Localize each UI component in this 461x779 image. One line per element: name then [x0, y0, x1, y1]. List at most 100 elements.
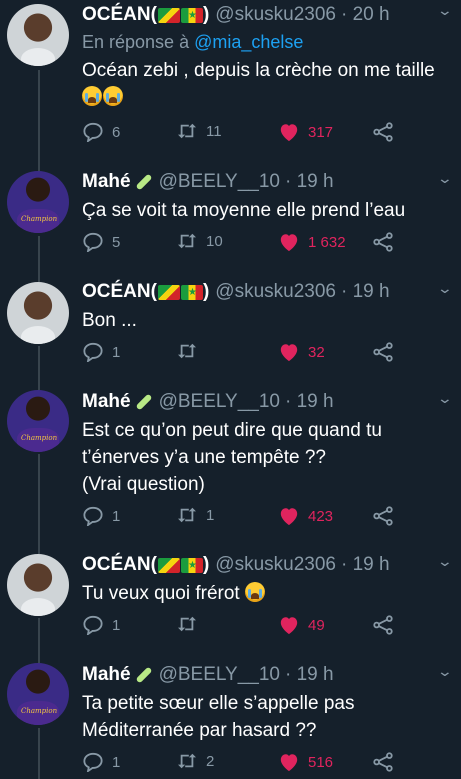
heart-icon — [280, 754, 298, 772]
tweet[interactable]: OCÉAN( ) @skusku2306 · 19 h Tu veux quoi… — [0, 548, 461, 658]
like-button[interactable]: 1 632 — [278, 232, 346, 252]
reply-button[interactable]: 1 — [82, 342, 120, 362]
retweet-button[interactable] — [176, 615, 206, 633]
reply-icon — [83, 232, 103, 252]
tweet-text-line: Ta petite sœur elle s’appelle pas — [82, 693, 355, 714]
avatar[interactable]: Champion — [7, 171, 69, 233]
author-handle[interactable]: @BEELY__10 — [159, 171, 280, 193]
tweet-text: Bon ... — [82, 310, 137, 331]
retweet-count: 2 — [206, 752, 215, 770]
retweet-button[interactable]: 11 — [176, 122, 222, 140]
author-handle[interactable]: @skusku2306 — [215, 554, 336, 576]
tweet-time[interactable]: · 20 h — [341, 4, 390, 26]
share-button[interactable] — [372, 122, 394, 142]
like-button[interactable]: 49 — [278, 615, 325, 635]
author-name[interactable]: OCÉAN( — [82, 554, 157, 576]
tweet-text: Est ce qu’on peut dire que quand tu t’én… — [82, 417, 453, 498]
heart-icon — [280, 617, 298, 635]
share-button[interactable] — [372, 342, 394, 362]
tweet-text-line: Est ce qu’on peut dire que quand tu — [82, 420, 383, 441]
reply-count: 6 — [112, 123, 121, 141]
chevron-down-icon[interactable]: ⌄ — [437, 390, 453, 407]
reply-icon — [83, 506, 103, 526]
tweet-actions: 5 10 1 632 — [82, 232, 461, 256]
avatar[interactable]: Champion — [7, 663, 69, 725]
reply-button[interactable]: 6 — [82, 122, 120, 142]
avatar[interactable] — [7, 554, 69, 616]
retweet-button[interactable]: 1 — [176, 506, 214, 524]
like-button[interactable]: 423 — [278, 506, 333, 526]
syringe-icon — [135, 666, 153, 684]
tweet-actions: 6 11 317 — [82, 122, 461, 146]
avatar-jersey-text: Champion — [21, 434, 58, 442]
chevron-down-icon[interactable]: ⌄ — [437, 663, 453, 680]
avatar[interactable] — [7, 4, 69, 66]
avatar[interactable]: Champion — [7, 390, 69, 452]
tweet-text-line: Tu veux quoi frérot — [82, 583, 240, 604]
heart-icon — [280, 508, 298, 526]
like-count: 49 — [308, 616, 325, 634]
retweet-count: 1 — [206, 506, 215, 524]
like-button[interactable]: 317 — [278, 122, 333, 142]
tweet[interactable]: Champion Mahé @BEELY__10 · 19 h Est ce q… — [0, 385, 461, 548]
tweet-time[interactable]: · 19 h — [285, 391, 334, 413]
share-button[interactable] — [372, 752, 394, 772]
chevron-down-icon[interactable]: ⌄ — [437, 170, 453, 187]
chevron-down-icon[interactable]: ⌄ — [437, 553, 453, 570]
tweet-text-line: Méditerranée par hasard ?? — [82, 720, 317, 741]
heart-icon — [280, 234, 298, 252]
avatar[interactable] — [7, 282, 69, 344]
reply-button[interactable]: 1 — [82, 506, 120, 526]
reply-count: 1 — [112, 753, 121, 771]
author-handle[interactable]: @skusku2306 — [215, 4, 336, 26]
share-icon — [373, 752, 393, 772]
reply-count: 5 — [112, 233, 121, 251]
like-button[interactable]: 32 — [278, 342, 325, 362]
tweet-text: Ça se voit ta moyenne elle prend l’eau — [82, 200, 406, 221]
syringe-icon — [135, 393, 153, 411]
tweet-time[interactable]: · 19 h — [341, 554, 390, 576]
tweet-time[interactable]: · 19 h — [341, 281, 390, 303]
share-icon — [373, 122, 393, 142]
retweet-icon — [178, 233, 196, 249]
crying-face-icon — [245, 582, 265, 602]
reply-button[interactable]: 1 — [82, 752, 120, 772]
retweet-icon — [178, 507, 196, 523]
tweet-time[interactable]: · 19 h — [285, 171, 334, 193]
reply-button[interactable]: 1 — [82, 615, 120, 635]
tweet-time[interactable]: · 19 h — [285, 664, 334, 686]
crying-face-icon — [82, 86, 102, 106]
retweet-button[interactable]: 10 — [176, 232, 223, 250]
like-button[interactable]: 516 — [278, 752, 333, 772]
author-name[interactable]: OCÉAN( — [82, 4, 157, 26]
share-button[interactable] — [372, 506, 394, 526]
tweet[interactable]: OCÉAN( ) @skusku2306 · 19 h Bon ... ⌄ 1 … — [0, 275, 461, 385]
tweet-actions: 1 49 — [82, 615, 461, 639]
author-handle[interactable]: @skusku2306 — [215, 281, 336, 303]
tweet-actions: 1 32 — [82, 342, 461, 366]
tweet[interactable]: Champion Mahé @BEELY__10 · 19 h Ta petit… — [0, 658, 461, 779]
chevron-down-icon[interactable]: ⌄ — [437, 280, 453, 297]
tweet[interactable]: Champion Mahé @BEELY__10 · 19 h Ça se vo… — [0, 165, 461, 275]
author-handle[interactable]: @BEELY__10 — [159, 391, 280, 413]
author-name[interactable]: Mahé — [82, 391, 131, 413]
reply-to-link[interactable]: @mia_chelse — [194, 32, 303, 52]
senegal-flag-icon — [180, 555, 203, 577]
share-button[interactable] — [372, 615, 394, 635]
reply-count: 1 — [112, 343, 121, 361]
tweet[interactable]: OCÉAN( ) @skusku2306 · 20 h En réponse à… — [0, 0, 461, 165]
share-button[interactable] — [372, 232, 394, 252]
reply-context: En réponse à @mia_chelse — [82, 32, 453, 53]
congo-flag-icon — [157, 284, 180, 300]
author-name[interactable]: Mahé — [82, 171, 131, 193]
author-name[interactable]: OCÉAN( — [82, 281, 157, 303]
reply-icon — [83, 615, 103, 635]
retweet-button[interactable] — [176, 342, 206, 360]
retweet-button[interactable]: 2 — [176, 752, 214, 770]
chevron-down-icon[interactable]: ⌄ — [437, 2, 453, 19]
reply-icon — [83, 752, 103, 772]
author-handle[interactable]: @BEELY__10 — [159, 664, 280, 686]
reply-button[interactable]: 5 — [82, 232, 120, 252]
author-name[interactable]: Mahé — [82, 664, 131, 686]
share-icon — [373, 615, 393, 635]
